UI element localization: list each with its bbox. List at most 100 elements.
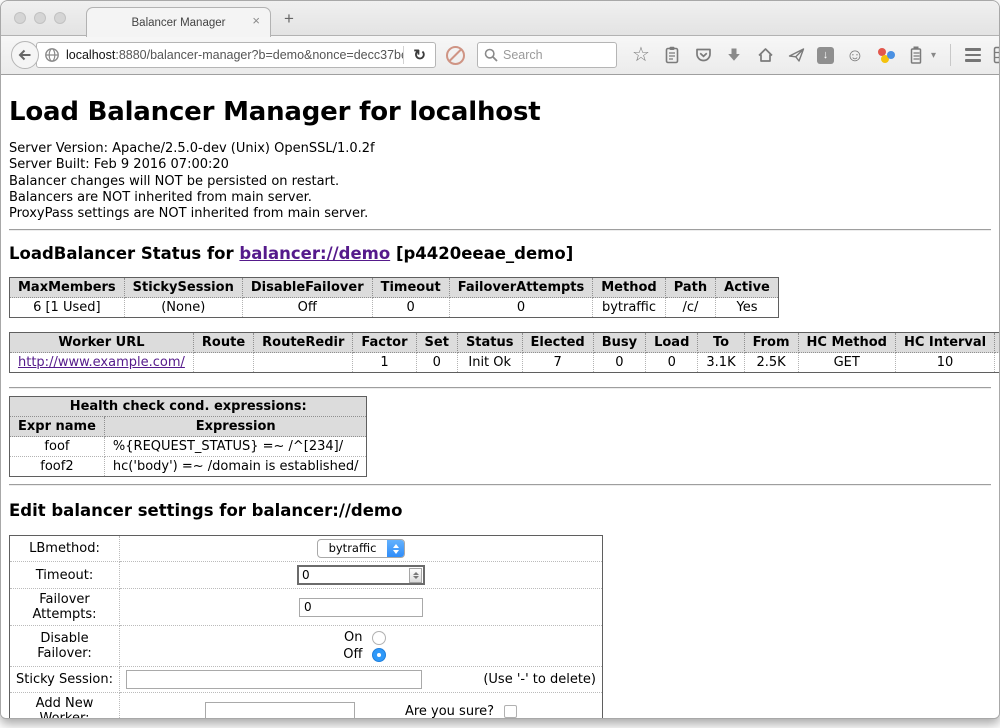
- disable-failover-label: Disable Failover:: [10, 626, 120, 667]
- disable-failover-off-radio[interactable]: [372, 648, 386, 662]
- table-row: foof %{REQUEST_STATUS} =~ /^[234]/: [10, 437, 367, 457]
- failover-attempts-input[interactable]: [299, 598, 423, 617]
- sticky-session-hint: (Use '-' to delete): [483, 672, 596, 687]
- lbmethod-row: LBmethod: bytraffic: [10, 536, 603, 562]
- bookmark-star-icon[interactable]: ☆: [631, 44, 651, 66]
- zoom-window-button[interactable]: [54, 12, 66, 24]
- chevron-down-icon[interactable]: ▾: [931, 50, 936, 61]
- page-title: Load Balancer Manager for localhost: [9, 97, 991, 127]
- sticky-session-input[interactable]: [126, 670, 422, 689]
- toolbar-icons: ☆: [631, 44, 1000, 66]
- lbmethod-selected-value: bytraffic: [318, 540, 387, 557]
- col-maxmembers: MaxMembers: [10, 278, 125, 298]
- table-row: http://www.example.com/ 1 0 Init Ok 7 0 …: [10, 353, 1000, 373]
- col-stickysession: StickySession: [124, 278, 242, 298]
- server-built: Server Built: Feb 9 2016 07:00:20: [9, 157, 991, 173]
- add-worker-input[interactable]: [205, 702, 355, 719]
- edit-settings-heading: Edit balancer settings for balancer://de…: [9, 501, 991, 520]
- failover-attempts-row: Failover Attempts:: [10, 589, 603, 626]
- reload-button[interactable]: ↻: [404, 46, 435, 64]
- number-stepper-icon[interactable]: [409, 568, 422, 583]
- site-identity-globe-icon[interactable]: [44, 47, 60, 63]
- tab-bar: Balancer Manager × +: [1, 1, 999, 36]
- pocket-icon[interactable]: [693, 44, 713, 66]
- lbmethod-label: LBmethod:: [10, 536, 120, 562]
- tab-title: Balancer Manager: [132, 17, 226, 29]
- col-disablefailover: DisableFailover: [242, 278, 372, 298]
- divider: [9, 229, 991, 231]
- minimize-window-button[interactable]: [34, 12, 46, 24]
- table-row: 6 [1 Used] (None) Off 0 0 bytraffic /c/ …: [10, 298, 779, 318]
- health-table-title: Health check cond. expressions:: [10, 397, 367, 417]
- menu-hamburger-icon[interactable]: [965, 48, 981, 62]
- select-stepper-icon: [387, 540, 404, 557]
- search-icon: [484, 48, 498, 62]
- downloads-icon[interactable]: [724, 44, 744, 66]
- balancer-demo-link[interactable]: balancer://demo: [239, 244, 390, 263]
- table-header-row: Expr name Expression: [10, 417, 367, 437]
- timeout-input[interactable]: 0: [297, 565, 425, 585]
- navigation-toolbar: localhost:8880/balancer-manager?b=demo&n…: [1, 36, 999, 75]
- are-you-sure-checkbox[interactable]: [504, 705, 517, 718]
- col-path: Path: [665, 278, 715, 298]
- close-window-button[interactable]: [14, 12, 26, 24]
- sticky-session-label: Sticky Session:: [10, 667, 120, 693]
- table-header-row: MaxMembers StickySession DisableFailover…: [10, 278, 779, 298]
- feedback-smiley-icon[interactable]: ☺: [845, 44, 865, 66]
- battery-extension-icon[interactable]: [906, 44, 926, 66]
- divider: [9, 484, 991, 486]
- page-content: Load Balancer Manager for localhost Serv…: [1, 75, 999, 719]
- url-host: localhost: [66, 48, 115, 62]
- server-info: Server Version: Apache/2.5.0-dev (Unix) …: [9, 141, 991, 222]
- table-row: foof2 hc('body') =~ /domain is establish…: [10, 457, 367, 477]
- status-heading-suffix: [p4420eeae_demo]: [396, 244, 573, 263]
- timeout-value: 0: [299, 568, 409, 582]
- are-you-sure-label: Are you sure?: [405, 704, 494, 719]
- content-blocked-icon[interactable]: [446, 46, 465, 65]
- sticky-session-row: Sticky Session: (Use '-' to delete): [10, 667, 603, 693]
- home-icon[interactable]: [755, 44, 775, 66]
- radio-on-label: On: [337, 629, 363, 646]
- new-tab-button[interactable]: +: [284, 9, 294, 29]
- table-title-row: Health check cond. expressions:: [10, 397, 367, 417]
- grid-extension-icon[interactable]: [992, 44, 1000, 66]
- tab-balancer-manager[interactable]: Balancer Manager ×: [86, 7, 271, 37]
- back-button[interactable]: [11, 41, 39, 69]
- failover-attempts-label: Failover Attempts:: [10, 589, 120, 626]
- status-heading: LoadBalancer Status for balancer://demo …: [9, 244, 991, 263]
- edit-balancer-form: LBmethod: bytraffic Timeout: 0: [9, 535, 603, 719]
- col-timeout: Timeout: [372, 278, 449, 298]
- url-text[interactable]: localhost:8880/balancer-manager?b=demo&n…: [66, 48, 403, 62]
- balancer-status-table: MaxMembers StickySession DisableFailover…: [9, 277, 779, 318]
- note-persist: Balancer changes will NOT be persisted o…: [9, 174, 991, 190]
- download-manager-icon[interactable]: ↓: [817, 47, 834, 64]
- disable-failover-row: Disable Failover: On Off: [10, 626, 603, 667]
- lbmethod-select[interactable]: bytraffic: [317, 539, 405, 558]
- health-check-table: Health check cond. expressions: Expr nam…: [9, 396, 367, 477]
- worker-url-link[interactable]: http://www.example.com/: [18, 355, 185, 370]
- search-bar[interactable]: [477, 42, 617, 68]
- worker-table: Worker URL Route RouteRedir Factor Set S…: [9, 332, 999, 373]
- add-worker-label: Add New Worker:: [10, 693, 120, 719]
- col-failoverattempts: FailoverAttempts: [449, 278, 593, 298]
- note-proxypass: ProxyPass settings are NOT inherited fro…: [9, 206, 991, 222]
- disable-failover-on-radio[interactable]: [372, 631, 386, 645]
- divider: [9, 387, 991, 389]
- clipboard-icon[interactable]: [662, 44, 682, 66]
- tab-close-icon[interactable]: ×: [252, 14, 260, 28]
- server-version: Server Version: Apache/2.5.0-dev (Unix) …: [9, 141, 991, 157]
- search-input[interactable]: [503, 48, 603, 62]
- browser-window: Balancer Manager × + localhost:8880/bala…: [0, 0, 1000, 719]
- table-header-row: Worker URL Route RouteRedir Factor Set S…: [10, 333, 1000, 353]
- url-path: :8880/balancer-manager?b=demo&nonce=decc…: [115, 48, 403, 62]
- addon-colored-dots-icon[interactable]: [876, 47, 895, 64]
- send-plane-icon[interactable]: [786, 44, 806, 66]
- add-worker-row: Add New Worker: Are you sure?: [10, 693, 603, 719]
- timeout-row: Timeout: 0: [10, 562, 603, 589]
- window-controls: [14, 12, 66, 24]
- back-arrow-icon: [17, 47, 33, 63]
- col-method: Method: [593, 278, 665, 298]
- toolbar-separator: [950, 44, 951, 66]
- note-balancers: Balancers are NOT inherited from main se…: [9, 190, 991, 206]
- url-bar[interactable]: localhost:8880/balancer-manager?b=demo&n…: [36, 42, 436, 68]
